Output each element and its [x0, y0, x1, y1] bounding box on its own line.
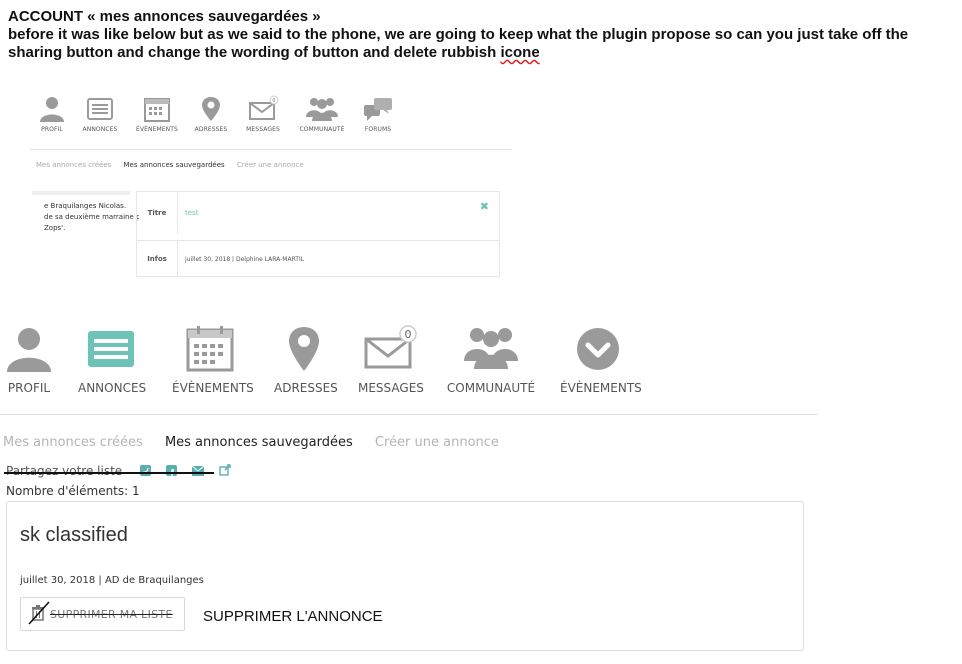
tab-sauvegardees[interactable]: Mes annonces sauvegardées — [165, 435, 353, 450]
account-nav: PROFIL ANNONCES ÉVÈNEMENTS ADRESSES 0 ME… — [0, 325, 820, 405]
old-tab-creees[interactable]: Mes annonces créées — [36, 161, 111, 169]
list-icon — [88, 331, 134, 367]
old-nav-label: MESSAGES — [246, 126, 280, 133]
old-nav-communaute[interactable]: COMMUNAUTÉ — [292, 95, 352, 133]
svg-text:0: 0 — [272, 98, 275, 104]
old-nav-annonces[interactable]: ANNONCES — [70, 95, 130, 133]
slash-annotation — [28, 600, 50, 625]
nav-label: ADRESSES — [274, 381, 338, 395]
snippet-line: Zops'. — [44, 224, 66, 232]
calendar-icon — [144, 98, 170, 122]
nav-evenements-check[interactable]: ÉVÈNEMENTS — [560, 325, 642, 395]
nav-adresses[interactable]: ADRESSES — [274, 325, 338, 395]
nav-label: ÉVÈNEMENTS — [560, 381, 642, 395]
old-snippet-bar — [32, 191, 130, 195]
trash-icon — [28, 600, 50, 625]
share-label: Partagez votre liste — [6, 464, 123, 478]
person-icon — [7, 328, 51, 372]
old-tab-sauvegardees[interactable]: Mes annonces sauvegardées — [124, 161, 225, 169]
old-tabs: Mes annonces créées Mes annonces sauvega… — [36, 161, 314, 169]
old-saved-card: Titre test Infos juillet 30, 2018 | Delp… — [136, 191, 500, 277]
group-icon — [464, 328, 518, 369]
old-row-key: Infos — [137, 241, 178, 277]
listing-meta: juillet 30, 2018 | AD de Braquilanges — [20, 575, 204, 586]
list-icon — [87, 98, 113, 120]
nav-annonces[interactable]: ANNONCES — [78, 325, 147, 395]
old-nav-divider — [30, 149, 512, 150]
nav-label: MESSAGES — [358, 381, 424, 395]
tabs: Mes annonces créées Mes annonces sauvega… — [3, 435, 517, 450]
close-icon[interactable]: ✖ — [480, 200, 489, 213]
old-nav-label: COMMUNAUTÉ — [299, 126, 345, 133]
nav-divider — [0, 414, 818, 415]
nav-label: ANNONCES — [78, 381, 147, 395]
old-row-key: Titre — [137, 192, 178, 234]
old-row-titre: Titre test — [137, 192, 499, 234]
old-row-infos: Infos juillet 30, 2018 | Delphine LARA-M… — [137, 240, 499, 277]
annotation-note: ACCOUNT « mes annonces sauvegardées » be… — [8, 8, 958, 62]
old-nav-messages[interactable]: 0 MESSAGES — [233, 95, 293, 133]
nav-profil[interactable]: PROFIL — [4, 325, 54, 395]
nav-label: PROFIL — [7, 381, 51, 395]
old-tab-creer[interactable]: Créer une annonce — [237, 161, 304, 169]
old-nav-label: ADRESSES — [194, 126, 228, 133]
note-line-3-text: sharing button and change the wording of… — [8, 44, 501, 61]
external-link-icon[interactable] — [218, 464, 231, 479]
old-text-snippet: e Braquilanges Nicolas. de sa deuxième m… — [44, 201, 139, 234]
nav-label: COMMUNAUTÉ — [446, 381, 536, 395]
listing-title[interactable]: sk classified — [20, 524, 128, 547]
snippet-line: de sa deuxième marraine p — [44, 213, 139, 221]
new-screenshot: PROFIL ANNONCES ÉVÈNEMENTS ADRESSES 0 ME… — [0, 325, 962, 664]
old-nav-label: FORUMS — [364, 126, 392, 133]
tab-creees[interactable]: Mes annonces créées — [3, 435, 143, 450]
old-account-nav: PROFIL ANNONCES ÉVÈNEMENTS ADRESSES 0 ME… — [30, 95, 510, 145]
tab-creer[interactable]: Créer une annonce — [375, 435, 499, 450]
map-pin-icon — [289, 327, 319, 371]
strikethrough-annotation — [4, 472, 214, 474]
old-screenshot: PROFIL ANNONCES ÉVÈNEMENTS ADRESSES 0 ME… — [30, 95, 520, 285]
message-badge: 0 — [405, 328, 412, 341]
old-nav-forums[interactable]: FORUMS — [348, 95, 408, 133]
new-wording-annotation: SUPPRIMER L'ANNONCE — [203, 608, 383, 625]
note-misspelled-word: icone — [500, 44, 540, 61]
nav-communaute[interactable]: COMMUNAUTÉ — [446, 325, 536, 395]
nav-messages[interactable]: 0 MESSAGES — [358, 325, 424, 395]
old-nav-evenements[interactable]: ÉVÈNEMENTS — [127, 95, 187, 133]
old-row-value: juillet 30, 2018 | Delphine LARA-MARTIL — [185, 255, 305, 263]
old-nav-adresses[interactable]: ADRESSES — [181, 95, 241, 133]
chat-icon — [364, 98, 392, 121]
note-line-2: before it was like below but as we said … — [8, 26, 909, 43]
nav-evenements[interactable]: ÉVÈNEMENTS — [172, 325, 254, 395]
delete-list-label: SUPPRIMER MA LISTE — [50, 607, 173, 621]
check-circle-icon — [577, 328, 619, 370]
note-line-1: ACCOUNT « mes annonces sauvegardées » — [8, 8, 321, 25]
map-pin-icon — [202, 97, 220, 121]
calendar-icon — [186, 326, 234, 372]
snippet-line: e Braquilanges Nicolas. — [44, 202, 127, 210]
old-row-link[interactable]: test — [185, 192, 198, 234]
delete-list-button[interactable]: SUPPRIMER MA LISTE — [20, 597, 185, 631]
note-line-3: sharing button and change the wording of… — [8, 44, 958, 62]
item-count: Nombre d'éléments: 1 — [6, 484, 140, 498]
saved-listing-card: sk classified juillet 30, 2018 | AD de B… — [6, 501, 804, 651]
envelope-icon: 0 — [249, 95, 279, 120]
old-nav-label: ANNONCES — [82, 126, 118, 133]
person-icon — [40, 97, 64, 122]
old-nav-label: ÉVÈNEMENTS — [136, 126, 178, 133]
nav-label: ÉVÈNEMENTS — [172, 381, 254, 395]
group-icon — [306, 98, 338, 121]
envelope-icon: 0 — [364, 325, 417, 369]
